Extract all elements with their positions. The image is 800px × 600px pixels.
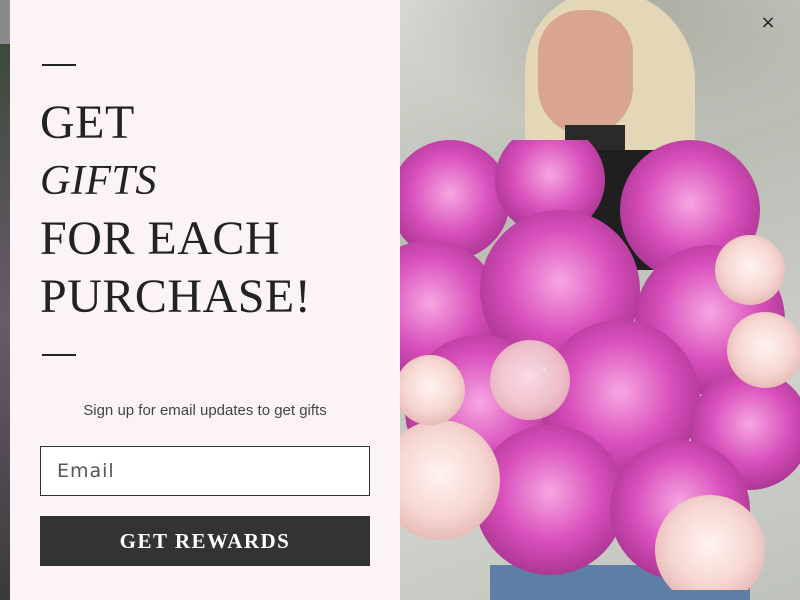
popup-headline: GET GIFTS FOR EACH PURCHASE!: [40, 94, 311, 326]
bottom-divider: [42, 354, 76, 356]
top-divider: [42, 64, 76, 66]
popup-subtext: Sign up for email updates to get gifts: [83, 402, 327, 419]
popup-image: [400, 0, 800, 600]
get-rewards-button[interactable]: GET REWARDS: [40, 516, 370, 566]
peony-cluster: [400, 140, 800, 590]
dimmed-page-edge: [0, 44, 10, 600]
headline-line-purchase: PURCHASE!: [40, 270, 312, 323]
email-field[interactable]: [40, 446, 370, 496]
photo-face: [538, 10, 633, 135]
signup-popup: GET GIFTS FOR EACH PURCHASE! Sign up for…: [10, 0, 800, 600]
popup-content-panel: GET GIFTS FOR EACH PURCHASE! Sign up for…: [10, 0, 400, 600]
close-icon[interactable]: ×: [758, 12, 778, 33]
headline-line-get: GET: [40, 96, 135, 149]
headline-line-for-each: FOR EACH: [40, 212, 281, 265]
peony-bouquet-illustration: [400, 140, 800, 590]
headline-line-gifts: GIFTS: [40, 158, 157, 204]
